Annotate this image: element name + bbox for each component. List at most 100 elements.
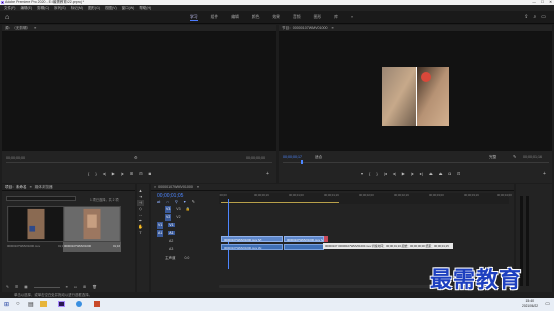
taskbar-date[interactable]: 2021/06/22: [522, 304, 538, 308]
menu-edit[interactable]: 编辑(E): [20, 6, 32, 11]
insert-icon[interactable]: ⊞: [130, 171, 133, 176]
mark-in-icon[interactable]: {: [88, 171, 89, 176]
menu-graphics[interactable]: 图形(G): [88, 6, 100, 11]
track-header-a3[interactable]: A3: [151, 246, 215, 253]
delete-icon[interactable]: 🗑: [92, 285, 97, 289]
menu-markers[interactable]: 标记(M): [71, 6, 83, 11]
chat-icon[interactable]: ▭: [541, 14, 546, 20]
audio-clip[interactable]: 00000107WMV01000.mov [A]: [221, 244, 283, 250]
program-viewer[interactable]: [279, 32, 552, 151]
program-monitor-tab[interactable]: 节目：00000107WMV01000 ≡: [279, 25, 552, 32]
timeline-settings-icon[interactable]: ✎: [192, 199, 195, 204]
workspace-tab-graphics[interactable]: 图形: [314, 15, 322, 21]
project-item[interactable]: 00000107WMV01000.mov 01;16: [7, 206, 65, 252]
source-monitor-tab[interactable]: 源：（无剪辑） ≡: [2, 25, 276, 32]
home-icon[interactable]: ⌂: [5, 14, 12, 21]
go-to-out-icon[interactable]: ▸|: [420, 171, 423, 176]
insert-overwrite-icon[interactable]: ⇌: [157, 199, 160, 204]
track-header-a2[interactable]: A2: [151, 238, 215, 245]
taskbar-taskview-icon[interactable]: ▤: [28, 301, 34, 308]
prog-step-back-icon[interactable]: ◂|: [393, 171, 396, 176]
workspace-tab-libraries[interactable]: 库: [334, 15, 338, 21]
program-timecode-current[interactable]: 00;00;00;17: [283, 155, 302, 159]
work-area-bar[interactable]: [221, 202, 339, 203]
snap-icon[interactable]: ∩: [166, 200, 169, 204]
workspace-tab-learn[interactable]: 学习: [190, 15, 198, 21]
workspace-tab-effects[interactable]: 效果: [272, 15, 280, 21]
go-to-in-icon[interactable]: |◂: [384, 171, 387, 176]
track-header-v1[interactable]: V1 V1: [151, 222, 215, 229]
new-bin-icon[interactable]: ▭: [74, 285, 77, 289]
program-add-button[interactable]: +: [543, 171, 546, 177]
menu-window[interactable]: 窗口(W): [122, 6, 135, 11]
export-frame-icon[interactable]: ◙: [149, 171, 151, 176]
search-icon[interactable]: ⌕: [533, 14, 536, 20]
video-clip[interactable]: 00000107WMV01000.mov [V]: [221, 236, 283, 242]
step-back-icon[interactable]: ◂|: [103, 171, 106, 176]
toggle-lock-icon[interactable]: 🔒: [186, 207, 190, 211]
program-playhead[interactable]: [301, 160, 303, 164]
tab-media-browser[interactable]: 媒体浏览器: [35, 185, 53, 189]
track-header-a1[interactable]: A1 A1: [151, 230, 215, 237]
taskbar-browser-icon[interactable]: [76, 301, 82, 307]
source-timecode-in[interactable]: 00;00;00;00: [6, 156, 25, 160]
prog-step-forward-icon[interactable]: |▸: [411, 171, 414, 176]
source-viewer[interactable]: [2, 32, 276, 151]
video-clip[interactable]: 00000107WMV01000.mov [V]: [284, 236, 324, 242]
taskbar-explorer-icon[interactable]: [40, 301, 47, 307]
menu-help[interactable]: 帮助(H): [139, 6, 151, 11]
menu-clip[interactable]: 剪辑(C): [37, 6, 49, 11]
program-quality-dropdown[interactable]: 完整: [489, 155, 496, 160]
step-forward-icon[interactable]: |▸: [121, 171, 124, 176]
taskbar-search-icon[interactable]: ○: [16, 301, 20, 307]
compare-icon[interactable]: ⊡: [457, 171, 460, 176]
workspace-more-button[interactable]: »: [351, 15, 353, 21]
icon-view-icon[interactable]: ▦: [24, 285, 27, 289]
type-tool-icon[interactable]: T: [137, 230, 144, 236]
menu-file[interactable]: 文件(F): [4, 6, 15, 11]
taskbar-time[interactable]: 15:40: [526, 299, 535, 303]
add-marker-icon[interactable]: ▾: [184, 199, 186, 204]
notification-icon[interactable]: ▭: [545, 301, 550, 307]
timeline-playhead[interactable]: [228, 199, 229, 269]
wrench-icon[interactable]: ✎: [513, 154, 516, 159]
taskbar-premiere-icon[interactable]: [58, 301, 65, 307]
audio-clip[interactable]: [284, 244, 324, 250]
linked-selection-icon[interactable]: ⚲: [175, 199, 178, 204]
overwrite-icon[interactable]: ⊟: [139, 171, 142, 176]
tab-project[interactable]: 项目：未命名: [5, 185, 27, 189]
master-track-header[interactable]: 主声道 0.0: [151, 255, 215, 262]
start-icon[interactable]: ⊞: [4, 301, 9, 308]
menu-sequence[interactable]: 序列(S): [54, 6, 66, 11]
project-item-selected[interactable]: 00000107WMV01000 01;16: [63, 206, 121, 252]
workspace-tab-color[interactable]: 颜色: [252, 15, 260, 21]
prog-in-bracket-icon[interactable]: {: [369, 171, 370, 176]
sort-icon[interactable]: ≡: [66, 285, 68, 289]
share-icon[interactable]: ⇪: [524, 14, 528, 20]
timeline-tab[interactable]: × 00000107WMV01000 ≡: [151, 184, 514, 191]
track-header-v3[interactable]: V3 V3 🔒: [151, 206, 215, 213]
prog-play-icon[interactable]: ▶: [402, 171, 405, 176]
camera-icon[interactable]: ◘: [449, 171, 451, 176]
source-add-button[interactable]: +: [266, 171, 269, 177]
zoom-slider[interactable]: [33, 286, 60, 288]
play-icon[interactable]: ▶: [112, 171, 115, 176]
timeline-ruler[interactable]: :00;00 00;00;00;16 00;00;01;00 00;00;01;…: [219, 193, 512, 204]
program-scrubber[interactable]: [283, 162, 549, 163]
taskbar-ppt-icon[interactable]: [94, 301, 100, 307]
menu-view[interactable]: 视图(V): [105, 6, 117, 11]
list-view-icon[interactable]: ☰: [15, 285, 18, 289]
prog-out-bracket-icon[interactable]: }: [376, 171, 377, 176]
extract-icon[interactable]: ⏏: [439, 171, 443, 176]
master-value[interactable]: 0.0: [184, 256, 189, 260]
lift-icon[interactable]: ⏏: [429, 171, 433, 176]
mark-out-icon[interactable]: }: [95, 171, 96, 176]
lock-icon[interactable]: ✎: [6, 285, 9, 289]
clip-end-marker[interactable]: [324, 236, 328, 242]
prog-mark-in-icon[interactable]: ▾: [361, 171, 363, 176]
program-fit-dropdown[interactable]: 适合: [315, 155, 322, 160]
workspace-tab-audio[interactable]: 音频: [293, 15, 301, 21]
source-scrubber[interactable]: [6, 162, 272, 163]
project-search-field[interactable]: [6, 196, 76, 201]
workspace-tab-assembly[interactable]: 组件: [211, 15, 219, 21]
